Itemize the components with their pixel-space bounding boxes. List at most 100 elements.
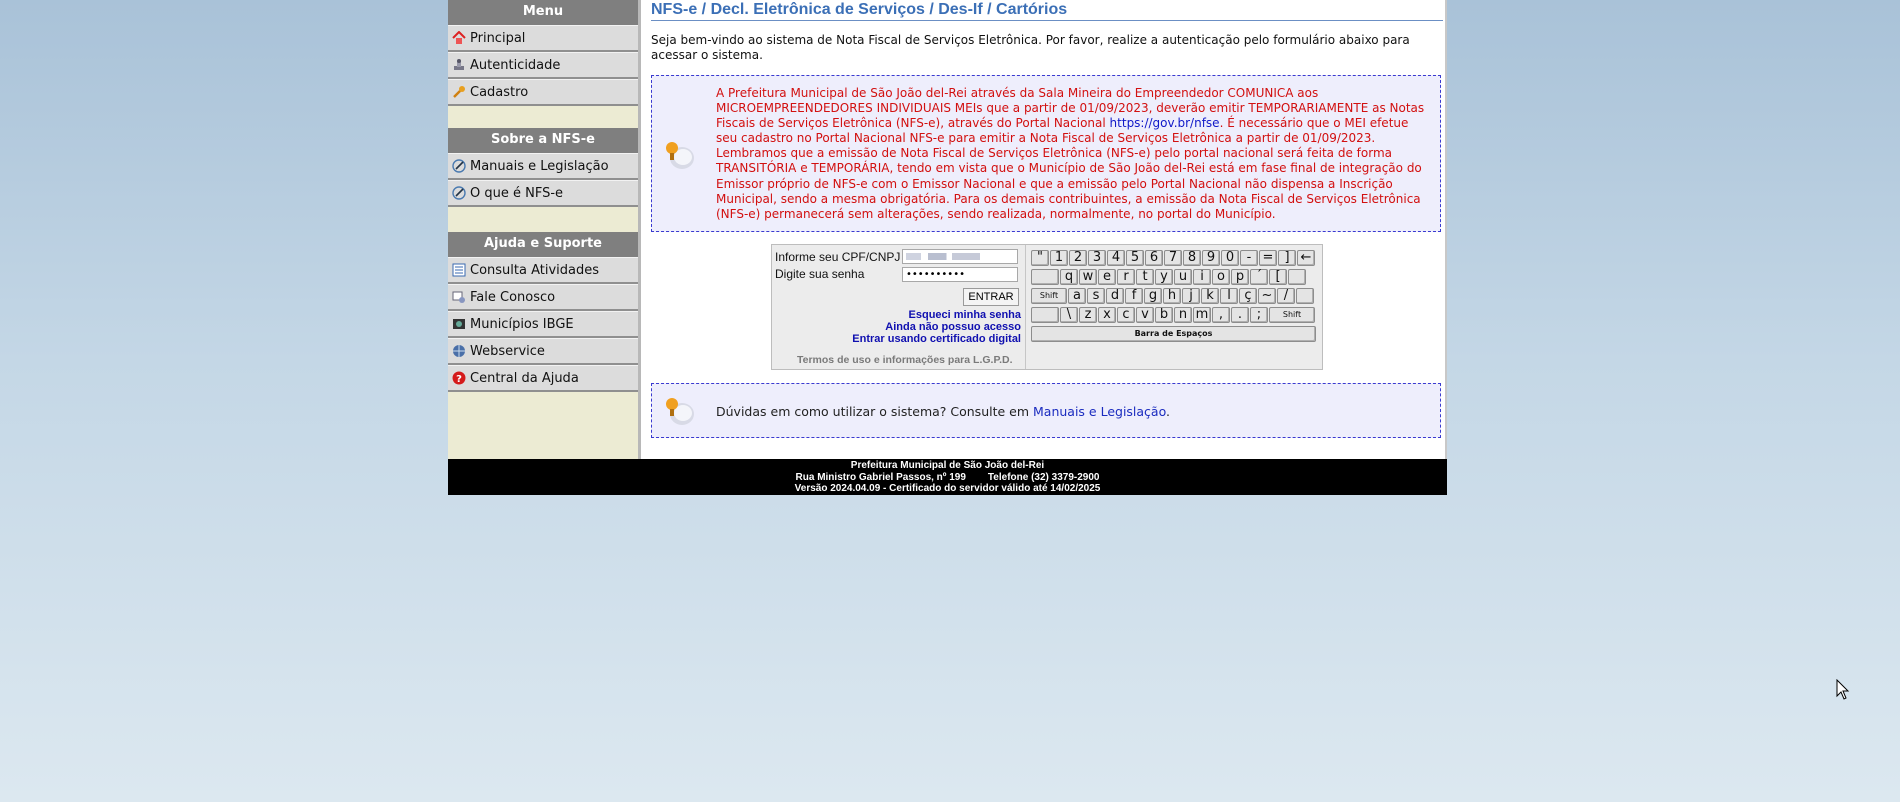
sidebar-item-manuais[interactable]: Manuais e Legislação — [448, 153, 638, 180]
no-access-link[interactable]: Ainda não possuo acesso — [885, 321, 1021, 333]
keyboard-key[interactable]: / — [1277, 288, 1295, 304]
keyboard-blank-key[interactable] — [1288, 269, 1306, 285]
keyboard-key[interactable]: 4 — [1107, 250, 1125, 266]
cpf-label: Informe seu CPF/CNPJ — [775, 250, 901, 264]
keyboard-blank-key[interactable] — [1031, 269, 1059, 285]
keyboard-key[interactable]: ~ — [1258, 288, 1276, 304]
sidebar-item-o-que-e[interactable]: O que é NFS-e — [448, 180, 638, 207]
keyboard-key[interactable]: 8 — [1183, 250, 1201, 266]
keyboard-key[interactable]: l — [1220, 288, 1238, 304]
key-icon — [452, 85, 466, 99]
sidebar-item-principal[interactable]: Principal — [448, 25, 638, 52]
footer-line-1: Prefeitura Municipal de São João del-Rei — [850, 460, 1045, 471]
keyboard-key[interactable]: a — [1068, 288, 1086, 304]
space-key[interactable]: Barra de Espaços — [1031, 326, 1316, 342]
keyboard-key[interactable]: [ — [1269, 269, 1287, 285]
keyboard-key[interactable]: m — [1193, 307, 1211, 323]
keyboard-row-3: Shift a s d f g h j k l ç ~ / — [1031, 288, 1315, 305]
sidebar-item-fale-conosco[interactable]: Fale Conosco — [448, 284, 638, 311]
help-notice-text: Dúvidas em como utilizar o sistema? Cons… — [716, 404, 1170, 419]
senha-label: Digite sua senha — [775, 267, 865, 281]
sidebar-item-label: O que é NFS-e — [470, 185, 564, 201]
keyboard-key[interactable]: 1 — [1050, 250, 1068, 266]
notice-text-part: . É necessário que o MEI efetue seu cada… — [716, 116, 1422, 221]
help-text: Dúvidas em como utilizar o sistema? Cons… — [716, 404, 1033, 419]
keyboard-key[interactable]: r — [1117, 269, 1135, 285]
backspace-key[interactable]: ← — [1297, 250, 1315, 266]
keyboard-key[interactable]: 7 — [1164, 250, 1182, 266]
keyboard-key[interactable]: p — [1231, 269, 1249, 285]
sidebar-item-label: Manuais e Legislação — [470, 158, 609, 174]
shift-key[interactable]: Shift — [1269, 307, 1315, 323]
footer-line-3: Versão 2024.04.09 - Certificado do servi… — [794, 483, 1101, 494]
footer-address: Rua Ministro Gabriel Passos, nº 199 — [795, 471, 966, 483]
keyboard-key[interactable]: h — [1163, 288, 1181, 304]
keyboard-key[interactable]: o — [1212, 269, 1230, 285]
sidebar-item-label: Webservice — [470, 343, 545, 359]
keyboard-key[interactable]: t — [1136, 269, 1154, 285]
flag-icon — [452, 317, 466, 331]
keyboard-key[interactable]: - — [1240, 250, 1258, 266]
keyboard-row-5: Barra de Espaços — [1031, 326, 1317, 343]
manuais-legislacao-link[interactable]: Manuais e Legislação — [1033, 404, 1166, 419]
forgot-password-link[interactable]: Esqueci minha senha — [909, 309, 1021, 321]
keyboard-key[interactable]: f — [1125, 288, 1143, 304]
keyboard-blank-key[interactable] — [1031, 307, 1059, 323]
keyboard-key[interactable]: 5 — [1126, 250, 1144, 266]
keyboard-key[interactable]: n — [1174, 307, 1192, 323]
welcome-text: Seja bem-vindo ao sistema de Nota Fiscal… — [651, 33, 1410, 62]
keyboard-blank-key[interactable] — [1296, 288, 1314, 304]
keyboard-key[interactable]: 2 — [1069, 250, 1087, 266]
keyboard-key[interactable]: d — [1106, 288, 1124, 304]
sidebar-item-consulta-atividades[interactable]: Consulta Atividades — [448, 257, 638, 284]
keyboard-key[interactable]: ; — [1250, 307, 1268, 323]
entrar-button[interactable]: ENTRAR — [963, 288, 1019, 306]
certificate-login-link[interactable]: Entrar usando certificado digital — [852, 333, 1021, 345]
keyboard-key[interactable]: ´ — [1250, 269, 1268, 285]
gov-br-nfse-link[interactable]: https://gov.br/nfse — [1110, 116, 1220, 130]
keyboard-key[interactable]: 3 — [1088, 250, 1106, 266]
keyboard-key[interactable]: w — [1079, 269, 1097, 285]
lightbulb-icon — [666, 142, 694, 169]
keyboard-key[interactable]: j — [1182, 288, 1200, 304]
sidebar-header-sobre: Sobre a NFS-e — [448, 128, 638, 153]
sidebar-item-autenticidade[interactable]: Autenticidade — [448, 52, 638, 79]
keyboard-key[interactable]: v — [1136, 307, 1154, 323]
keyboard-key[interactable]: 6 — [1145, 250, 1163, 266]
keyboard-key[interactable]: e — [1098, 269, 1116, 285]
keyboard-key[interactable]: . — [1231, 307, 1249, 323]
keyboard-key[interactable]: u — [1174, 269, 1192, 285]
terms-link[interactable]: Termos de uso e informações para L.G.P.D… — [797, 354, 1013, 366]
sidebar-item-label: Fale Conosco — [470, 289, 556, 305]
keyboard-row-2: q w e r t y u i o p ´[ — [1031, 269, 1307, 286]
keyboard-key[interactable]: 0 — [1221, 250, 1239, 266]
keyboard-key[interactable]: q — [1060, 269, 1078, 285]
sidebar-item-cadastro[interactable]: Cadastro — [448, 79, 638, 106]
keyboard-key[interactable]: z — [1079, 307, 1097, 323]
blurred-cpf — [906, 253, 980, 260]
password-input[interactable]: •••••••••• — [902, 267, 1018, 282]
sidebar-item-webservice[interactable]: Webservice — [448, 338, 638, 365]
sidebar-section-ajuda: Ajuda e Suporte Consulta Atividades Fale… — [448, 232, 638, 392]
cpf-input[interactable] — [902, 249, 1018, 264]
keyboard-key[interactable]: 9 — [1202, 250, 1220, 266]
sidebar-item-label: Consulta Atividades — [470, 262, 600, 278]
keyboard-key[interactable]: g — [1144, 288, 1162, 304]
keyboard-key[interactable]: ] — [1278, 250, 1296, 266]
sidebar-item-municipios-ibge[interactable]: Municípios IBGE — [448, 311, 638, 338]
keyboard-key[interactable]: , — [1212, 307, 1230, 323]
sidebar-item-central-ajuda[interactable]: ? Central da Ajuda — [448, 365, 638, 392]
keyboard-key[interactable]: s — [1087, 288, 1105, 304]
keyboard-key[interactable]: ç — [1239, 288, 1257, 304]
shift-key[interactable]: Shift — [1031, 288, 1067, 304]
keyboard-key[interactable]: b — [1155, 307, 1173, 323]
keyboard-key[interactable]: x — [1098, 307, 1116, 323]
keyboard-key[interactable]: y — [1155, 269, 1173, 285]
keyboard-key[interactable]: i — [1193, 269, 1211, 285]
keyboard-key[interactable]: " — [1031, 250, 1049, 266]
pen-icon — [452, 159, 466, 173]
keyboard-key[interactable]: \ — [1060, 307, 1078, 323]
keyboard-key[interactable]: = — [1259, 250, 1277, 266]
keyboard-key[interactable]: c — [1117, 307, 1135, 323]
keyboard-key[interactable]: k — [1201, 288, 1219, 304]
